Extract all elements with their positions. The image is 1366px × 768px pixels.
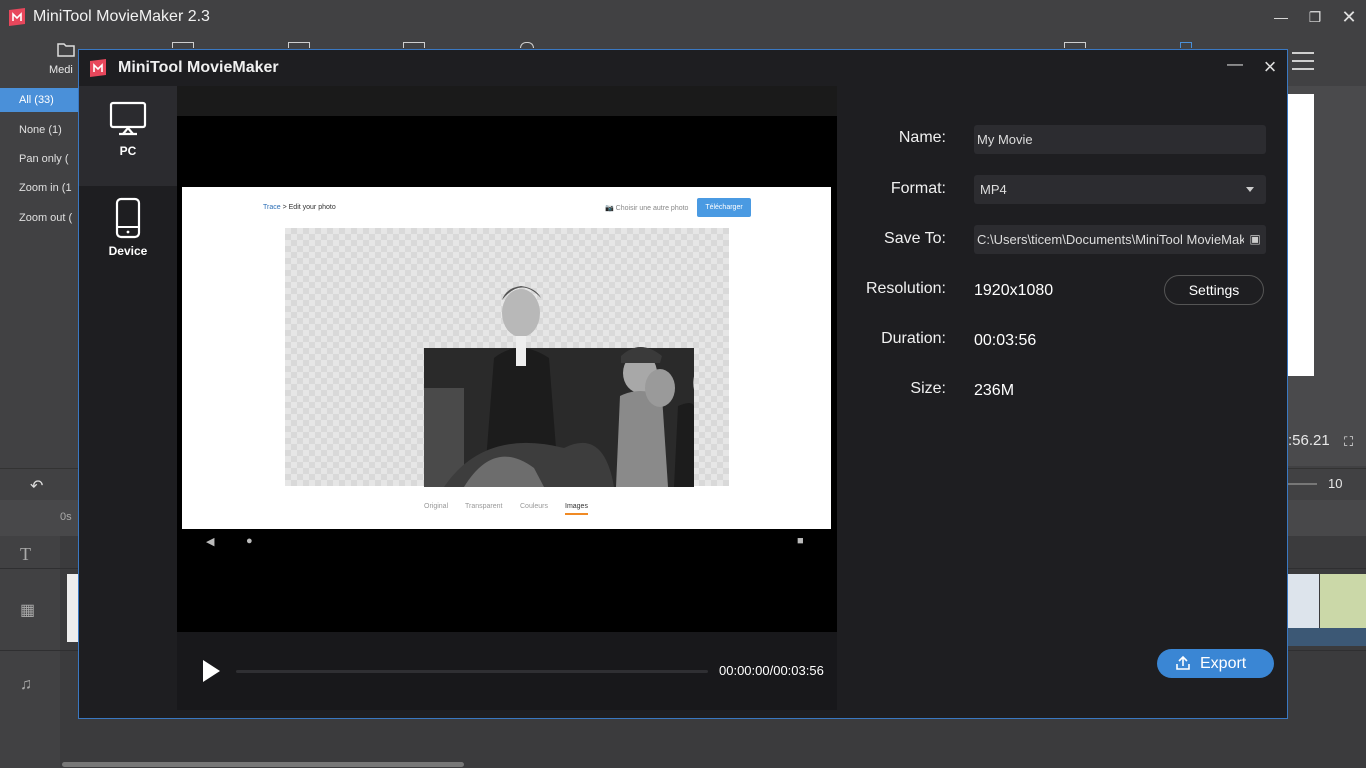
text-track-icon: T (20, 544, 31, 564)
breadcrumb-current: Edit your photo (288, 204, 336, 211)
android-nav-bar: ◀ ● ■ (177, 531, 837, 555)
audio-waveform (1287, 628, 1366, 646)
close-icon[interactable]: ✕ (1335, 6, 1363, 28)
save-to-path: C:\Users\ticem\Documents\MiniTool MovieM… (977, 232, 1246, 247)
video-clip[interactable] (1287, 574, 1319, 628)
name-label: Name: (898, 129, 946, 146)
play-icon[interactable] (203, 660, 220, 682)
destination-pc-label: PC (119, 144, 137, 158)
app-titlebar: MiniTool MovieMaker 2.3 — ❐ ✕ (0, 0, 1366, 34)
filter-list: All (33) None (1) Pan only ( Zoom in (1 … (0, 88, 78, 468)
video-track-icon: ▦ (20, 602, 36, 619)
minimize-icon[interactable]: — (1227, 56, 1247, 78)
photo-image (424, 286, 694, 487)
export-icon (1176, 655, 1190, 670)
resolution-label: Resolution: (865, 280, 946, 297)
video-clip[interactable] (1320, 574, 1366, 628)
filter-zoom-in[interactable]: Zoom in (1 (0, 176, 78, 200)
filter-zoom-out[interactable]: Zoom out ( (0, 206, 78, 230)
export-button[interactable]: Export (1157, 649, 1274, 678)
browse-folder-icon[interactable]: ▣ (1244, 225, 1266, 254)
toolbar-tab-stub[interactable] (1180, 42, 1192, 48)
name-field[interactable]: My Movie (974, 125, 1266, 154)
dialog-logo-icon (90, 59, 106, 77)
duration-value: 00:03:56 (974, 332, 1037, 349)
tab-images: Images (565, 503, 588, 515)
choose-other-label: Choisir une autre photo (615, 205, 689, 212)
time-readout: 00:00:00/00:03:56 (719, 663, 824, 678)
chevron-down-icon (1246, 187, 1254, 192)
toolbar-tab-stub[interactable] (403, 42, 425, 48)
phone-icon (115, 197, 141, 239)
zoom-value: 10 (1328, 476, 1343, 491)
seek-bar[interactable] (236, 670, 708, 673)
size-value: 236M (974, 382, 1015, 399)
recents-icon: ■ (797, 535, 804, 547)
choose-other-photo: 📷 Choisir une autre photo (605, 205, 689, 212)
size-label: Size: (910, 380, 946, 397)
destination-device[interactable]: Device (79, 186, 177, 286)
menu-icon[interactable] (1292, 52, 1314, 76)
toolbar-tab-stub[interactable] (520, 42, 534, 48)
dialog-title: MiniTool MovieMaker (118, 59, 279, 76)
settings-button[interactable]: Settings (1164, 275, 1264, 305)
format-select[interactable]: MP4 (974, 175, 1266, 204)
breadcrumb-link: Trace (263, 204, 281, 211)
app-logo-icon (9, 8, 25, 26)
photo-canvas (285, 228, 729, 487)
destination-pc[interactable]: PC (79, 86, 177, 186)
back-icon: ◀ (206, 536, 215, 548)
download-button: Télécharger (697, 198, 751, 217)
home-icon: ● (246, 535, 253, 547)
preview-header (177, 86, 837, 116)
save-to-label: Save To: (884, 230, 946, 247)
filter-none[interactable]: None (1) (0, 118, 78, 142)
breadcrumb-separator: > (282, 204, 287, 211)
app-title: MiniTool MovieMaker 2.3 (33, 8, 210, 25)
tab-couleurs: Couleurs (520, 503, 549, 510)
format-label: Format: (890, 180, 946, 197)
toolbar-tab-stub[interactable] (1064, 42, 1086, 48)
tab-media-label: Medi (49, 64, 73, 76)
close-icon[interactable]: × (1259, 54, 1281, 80)
filter-all[interactable]: All (33) (0, 88, 78, 112)
player-preview-frame (1287, 94, 1314, 376)
timeline-scrollbar[interactable] (62, 762, 464, 767)
music-track-icon: ♫ (20, 676, 32, 693)
ruler-start-label: 0s (60, 511, 72, 523)
player-time: :56.21 (1288, 432, 1330, 449)
undo-icon[interactable]: ↶ (30, 476, 43, 496)
restore-icon[interactable]: ❐ (1301, 6, 1329, 28)
save-to-field[interactable]: C:\Users\ticem\Documents\MiniTool MovieM… (974, 225, 1266, 254)
tab-transparent: Transparent (465, 503, 503, 510)
monitor-icon (109, 101, 147, 136)
tab-original: Original (424, 503, 449, 510)
export-label: Export (1200, 655, 1247, 672)
format-value: MP4 (980, 182, 1007, 197)
duration-label: Duration: (881, 330, 946, 347)
toolbar-tab-stub[interactable] (288, 42, 310, 48)
player-controls: 00:00:00/00:03:56 (177, 632, 837, 710)
folder-icon (57, 43, 75, 57)
zoom-slider[interactable] (1287, 483, 1317, 485)
filter-pan-only[interactable]: Pan only ( (0, 147, 78, 171)
export-preview: Trace > Edit your photo 📷 Choisir une au… (177, 86, 837, 710)
minimize-icon[interactable]: — (1267, 6, 1295, 28)
toolbar-tab-stub[interactable] (172, 42, 194, 48)
fullscreen-icon[interactable]: ⛶ (1344, 434, 1358, 449)
destination-list: PC Device (79, 86, 177, 718)
track-headers: T ▦ ♫ (0, 536, 60, 768)
destination-device-label: Device (108, 244, 148, 258)
export-dialog: MiniTool MovieMaker — × PC Device Trace (78, 49, 1288, 719)
resolution-value: 1920x1080 (974, 282, 1054, 299)
dialog-titlebar: MiniTool MovieMaker — × (79, 50, 1287, 86)
breadcrumb: Trace > Edit your photo (263, 204, 336, 211)
preview-video-frame: Trace > Edit your photo 📷 Choisir une au… (182, 187, 831, 529)
